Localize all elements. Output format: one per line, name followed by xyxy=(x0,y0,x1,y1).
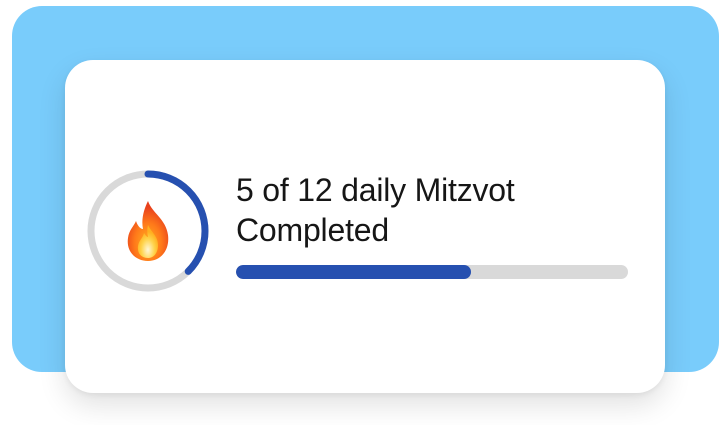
progress-title: 5 of 12 daily Mitzvot Completed xyxy=(236,170,636,250)
progress-title-line1: 5 of 12 daily Mitzvot xyxy=(236,172,515,208)
fire-icon xyxy=(86,169,210,293)
progress-title-line2: Completed xyxy=(236,212,389,248)
progress-bar-fill xyxy=(236,265,472,279)
progress-text: 5 of 12 daily Mitzvot Completed xyxy=(236,170,636,250)
progress-bar-track xyxy=(236,265,628,279)
progress-widget: 5 of 12 daily Mitzvot Completed xyxy=(0,0,725,425)
fire-icon-svg xyxy=(127,201,169,261)
